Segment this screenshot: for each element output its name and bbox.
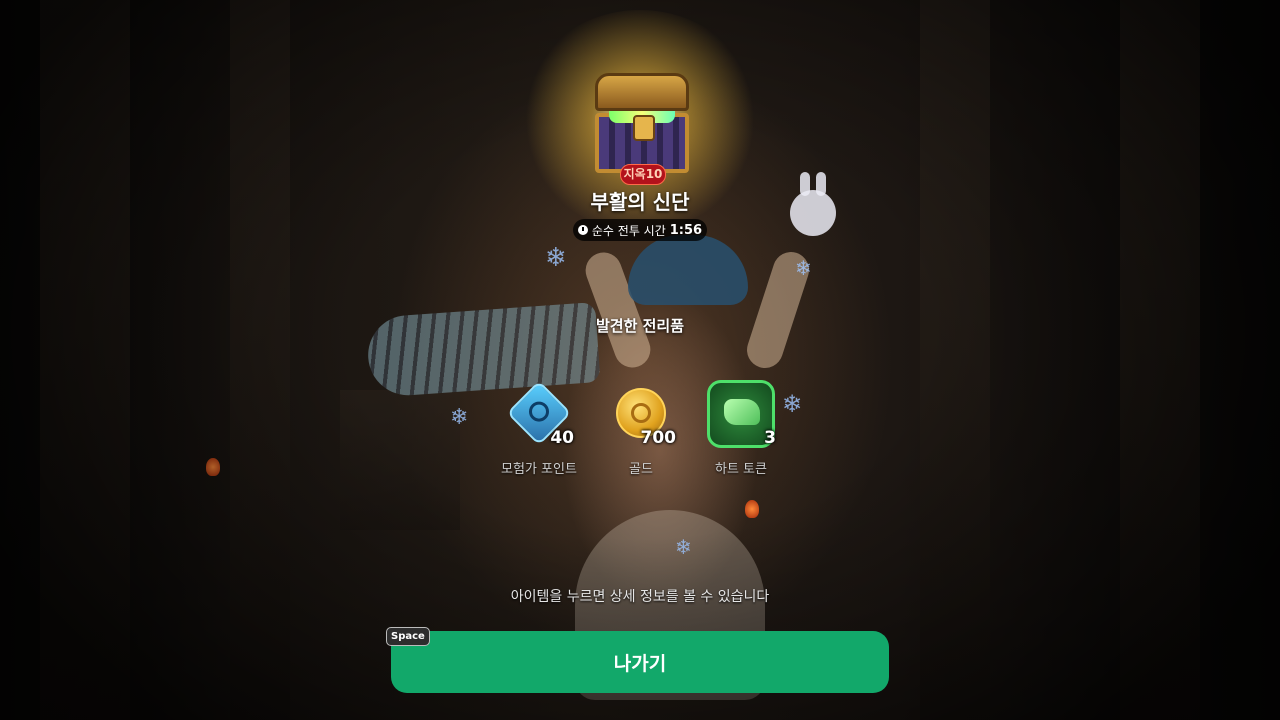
clock-icon	[577, 225, 588, 235]
chest-lock-icon	[633, 115, 655, 141]
heart-stone	[724, 399, 760, 425]
loot-item-label: 모험가 포인트	[501, 462, 577, 477]
loot-item-adventurer-point[interactable]: 40 모험가 포인트	[484, 380, 594, 477]
loot-item-heart-token[interactable]: 3 하트 토큰	[686, 380, 796, 477]
loot-item-gold[interactable]: 700 골드	[586, 380, 696, 477]
loot-item-count: 3	[764, 428, 776, 448]
chest-lid	[595, 73, 689, 111]
space-key-hint: Space	[386, 627, 430, 646]
loot-item-count: 40	[550, 428, 574, 448]
loot-item-label: 하트 토큰	[715, 462, 767, 477]
gold-coin-icon: 700	[606, 380, 676, 450]
difficulty-badge: 지옥10	[620, 164, 666, 185]
dungeon-title: 부활의 신단	[590, 190, 690, 214]
battle-timer: 순수 전투 시간 1:56	[573, 219, 707, 241]
exit-button[interactable]: 나가기	[391, 631, 889, 693]
item-detail-hint: 아이템을 누르면 상세 정보를 볼 수 있습니다	[510, 589, 770, 605]
timer-label: 순수 전투 시간	[591, 223, 666, 238]
chest-body	[595, 73, 689, 173]
loot-section-title: 발견한 전리품	[595, 317, 685, 335]
timer-value: 1:56	[669, 222, 703, 238]
loot-item-count: 700	[640, 428, 677, 448]
loot-item-label: 골드	[629, 462, 653, 477]
adventurer-point-icon: 40	[504, 380, 574, 450]
heart-token-icon: 3	[706, 380, 776, 450]
